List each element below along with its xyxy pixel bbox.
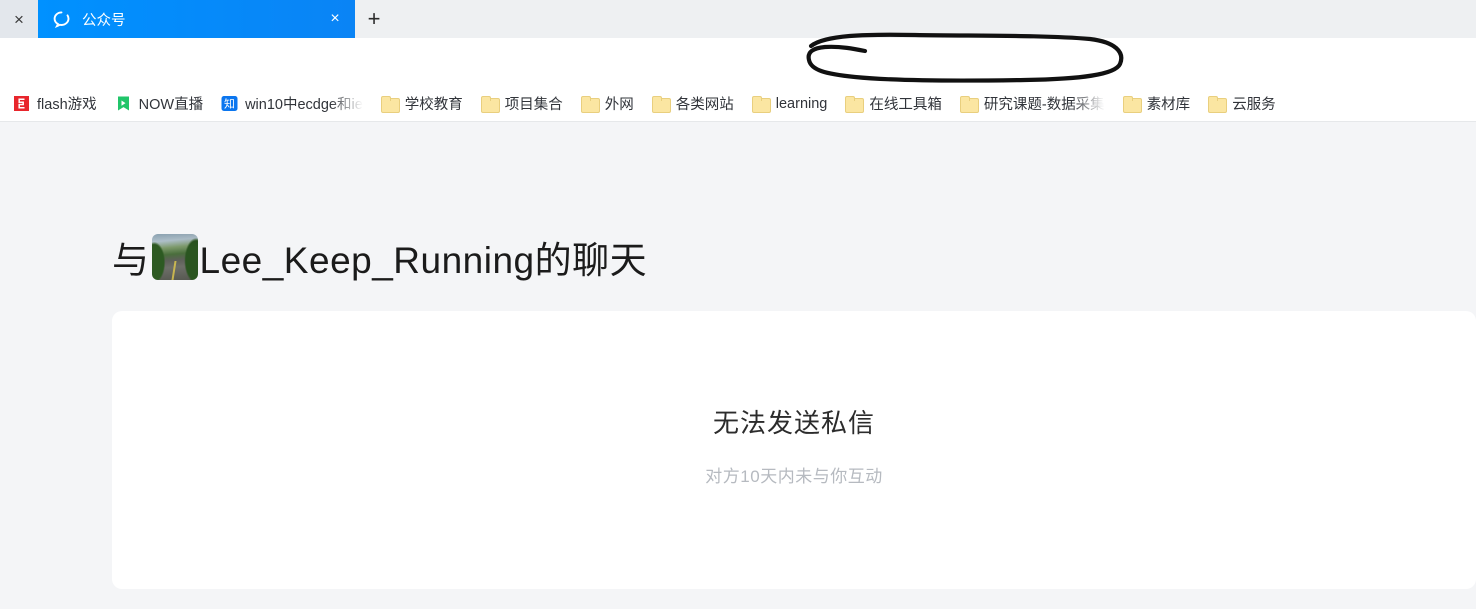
bookmark-label: learning	[775, 95, 828, 112]
bookmark-label: win10中ecdge和ie	[245, 97, 363, 113]
wechat-official-account-icon	[52, 10, 71, 29]
folder-icon	[845, 95, 865, 113]
bookmark-label: 在线工具箱	[869, 97, 942, 113]
folder-icon	[380, 95, 400, 113]
bookmark-folder-websites[interactable]: 各类网站	[643, 89, 743, 119]
bookmark-flash-game[interactable]: flash游戏	[4, 89, 106, 119]
bookmark-folder-assets[interactable]: 素材库	[1114, 89, 1200, 119]
tab-wechat-official-account[interactable]: 公众号 ×	[38, 0, 355, 38]
user-avatar-road-photo	[151, 234, 198, 280]
folder-icon	[1208, 95, 1228, 113]
bookmark-label: NOW直播	[138, 97, 204, 113]
plus-icon: +	[367, 6, 381, 31]
folder-icon	[580, 95, 600, 113]
bookmark-label: 项目集合	[504, 97, 563, 113]
bookmark-folder-online-tools[interactable]: 在线工具箱	[836, 89, 951, 119]
flash-game-icon	[13, 95, 30, 112]
page-title-name: Lee_Keep_Running的聊天	[199, 240, 648, 281]
bookmarks-bar: flash游戏 NOW直播 知 win10中ecdge和ie 学校教育 项目集合…	[0, 86, 1476, 122]
bookmark-label: 研究课题-数据采集	[983, 97, 1105, 113]
tab-close-icon[interactable]: ×	[325, 9, 345, 29]
folder-icon	[751, 95, 771, 113]
bookmark-now-live[interactable]: NOW直播	[106, 89, 212, 119]
bookmark-label: 云服务	[1232, 97, 1276, 113]
svg-text:知: 知	[224, 97, 235, 111]
new-tab-button[interactable]: +	[355, 0, 393, 38]
page-viewport: 与 Lee_Keep_Running的聊天 无法发送私信 对方10天内未与你互动…	[0, 122, 1476, 609]
bookmark-folder-external[interactable]: 外网	[572, 89, 643, 119]
folder-icon	[480, 95, 500, 113]
bookmark-folder-learning[interactable]: learning	[743, 89, 837, 119]
bookmark-folder-school[interactable]: 学校教育	[372, 89, 472, 119]
empty-state-title: 无法发送私信	[712, 408, 875, 438]
folder-icon	[959, 95, 979, 113]
folder-icon	[1122, 95, 1142, 113]
bookmark-zhihu[interactable]: 知 win10中ecdge和ie	[212, 89, 372, 119]
bookmark-folder-cloud[interactable]: 云服务	[1199, 89, 1285, 119]
now-live-icon	[115, 95, 132, 112]
tab-strip: × 公众号 × +	[0, 0, 1476, 38]
bookmark-label: flash游戏	[37, 97, 97, 113]
page-title-prefix: 与	[112, 240, 150, 281]
bookmark-label: 各类网站	[675, 97, 734, 113]
bookmark-folder-research[interactable]: 研究课题-数据采集	[951, 89, 1114, 119]
empty-state: 无法发送私信 对方10天内未与你互动	[534, 403, 1054, 487]
folder-icon	[651, 95, 671, 113]
browser-chrome: × 公众号 × + 孔 https://mp.weixin.qq.com/cgi…	[0, 0, 1476, 122]
bookmark-folder-projects[interactable]: 项目集合	[472, 89, 572, 119]
zhihu-icon: 知	[221, 95, 238, 112]
address-bar[interactable]: 孔 https://mp.weixin.qq.com/cgi-bin/singl…	[0, 38, 1476, 112]
window-close-icon: ×	[14, 9, 24, 29]
page-title: 与 Lee_Keep_Running的聊天	[112, 230, 647, 284]
empty-state-subtitle: 对方10天内未与你互动	[705, 467, 883, 486]
window-close-button[interactable]: ×	[0, 0, 38, 38]
bookmark-label: 素材库	[1146, 97, 1191, 113]
bookmark-label: 外网	[604, 97, 634, 113]
bookmark-label: 学校教育	[404, 97, 463, 113]
tab-title: 公众号	[82, 12, 126, 29]
chat-card: 无法发送私信 对方10天内未与你互动	[112, 311, 1476, 589]
browser-window: × 公众号 × + 孔 https://mp.weixin.qq.com/cgi…	[0, 0, 1476, 609]
